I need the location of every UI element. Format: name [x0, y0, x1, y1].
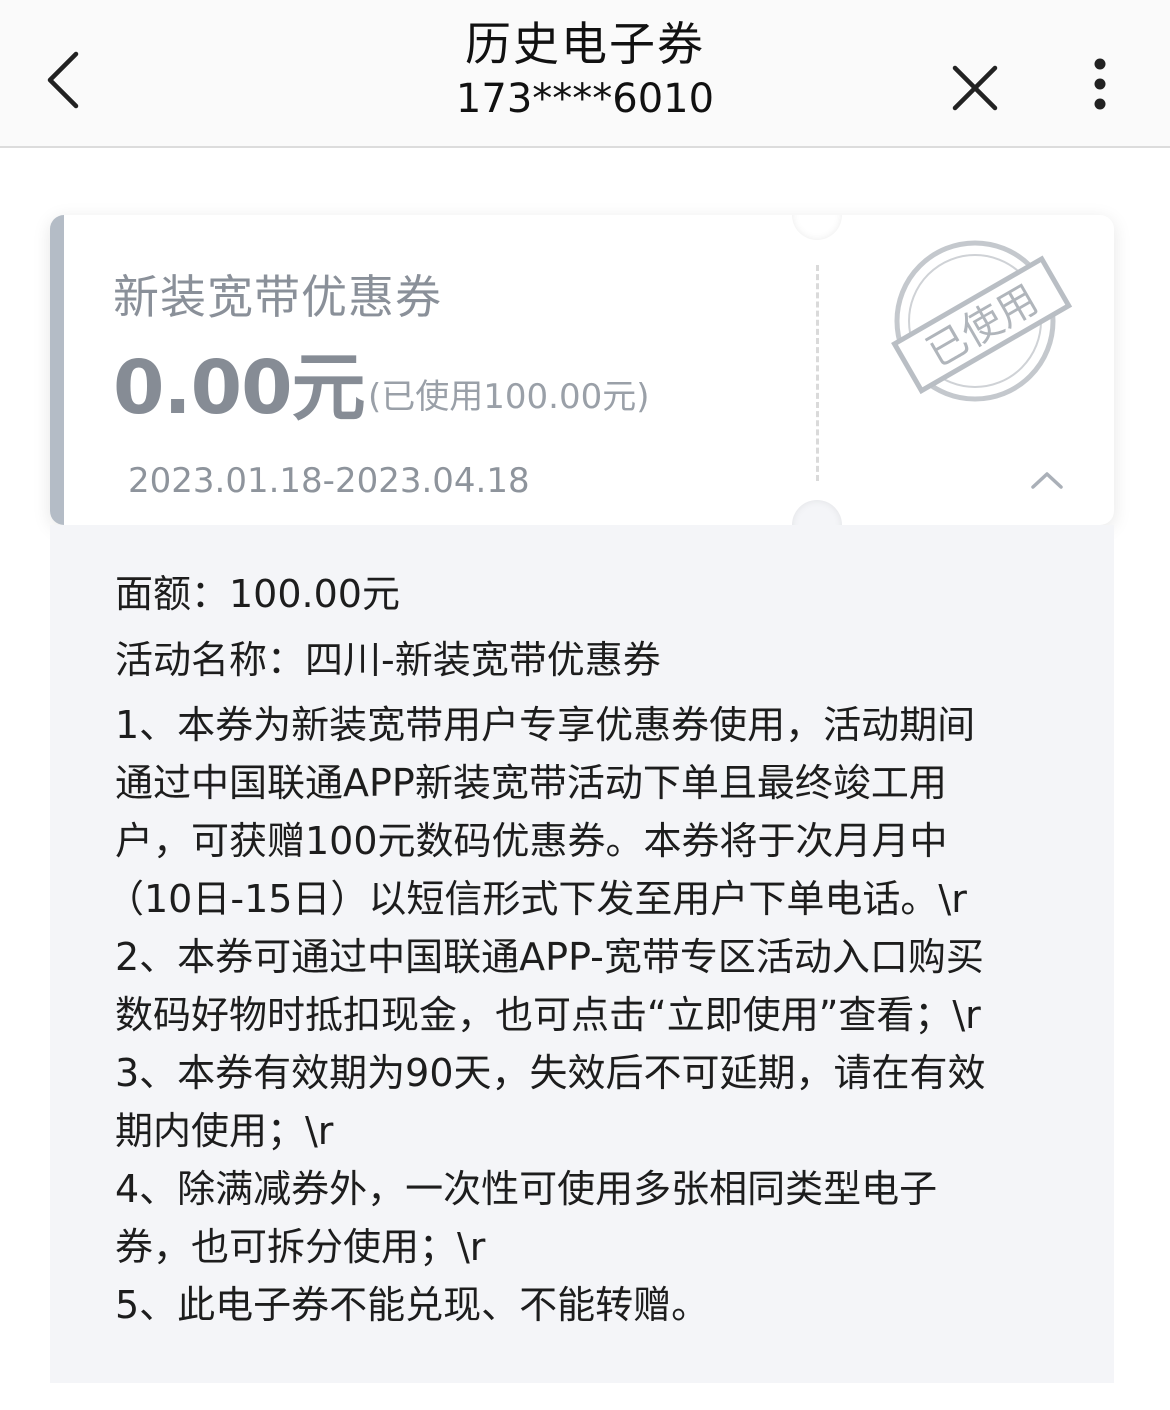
coupon-used-note: (已使用100.00元) [368, 377, 650, 417]
card-divider [816, 265, 819, 481]
chevron-up-icon [1031, 472, 1063, 489]
more-options-button[interactable] [1080, 54, 1120, 118]
card-notch-bottom [792, 500, 842, 525]
coupon-remaining-amount: 0.00元 [113, 345, 366, 431]
coupon-validity-period: 2023.01.18-2023.04.18 [128, 461, 530, 501]
more-vertical-icon [1094, 58, 1106, 110]
detail-rule-line: 5、此电子券不能兑现、不能转赠。 [115, 1283, 710, 1327]
detail-rule-line: 3、本券有效期为90天，失效后不可延期，请在有效 [115, 1051, 986, 1095]
coupon-name: 新装宽带优惠券 [113, 270, 442, 324]
collapse-button[interactable] [1027, 465, 1067, 495]
detail-rule-line: 数码好物时抵扣现金，也可点击“立即使用”查看；\r [115, 993, 981, 1037]
detail-rule-line: 券，也可拆分使用；\r [115, 1225, 486, 1269]
used-stamp-icon: 已使用 [891, 240, 1073, 402]
card-notch-top [792, 215, 842, 240]
detail-rule-line: 通过中国联通APP新装宽带活动下单且最终竣工用 [115, 761, 947, 805]
detail-rule-line: 1、本券为新装宽带用户专享优惠券使用，活动期间 [115, 703, 976, 747]
close-icon [952, 65, 998, 111]
detail-face-value: 面额：100.00元 [115, 572, 400, 616]
top-nav-bar: 历史电子券 173****6010 [0, 0, 1170, 148]
coupon-detail-panel: 面额：100.00元 活动名称：四川-新装宽带优惠券 1、本券为新装宽带用户专享… [50, 525, 1114, 1383]
close-button[interactable] [945, 58, 1005, 118]
detail-activity-name: 活动名称：四川-新装宽带优惠券 [115, 638, 661, 682]
card-accent-stripe [50, 215, 64, 525]
detail-rule-line: 4、除满减券外，一次性可使用多张相同类型电子 [115, 1167, 938, 1211]
detail-rule-line: 户，可获赠100元数码优惠券。本券将于次月月中 [115, 819, 948, 863]
coupon-card[interactable]: 新装宽带优惠券 0.00元 (已使用100.00元) 2023.01.18-20… [50, 215, 1114, 525]
detail-rule-line: （10日-15日）以短信形式下发至用户下单电话。\r [106, 877, 967, 921]
detail-rule-line: 期内使用；\r [115, 1109, 334, 1153]
detail-rule-line: 2、本券可通过中国联通APP-宽带专区活动入口购买 [115, 935, 984, 979]
